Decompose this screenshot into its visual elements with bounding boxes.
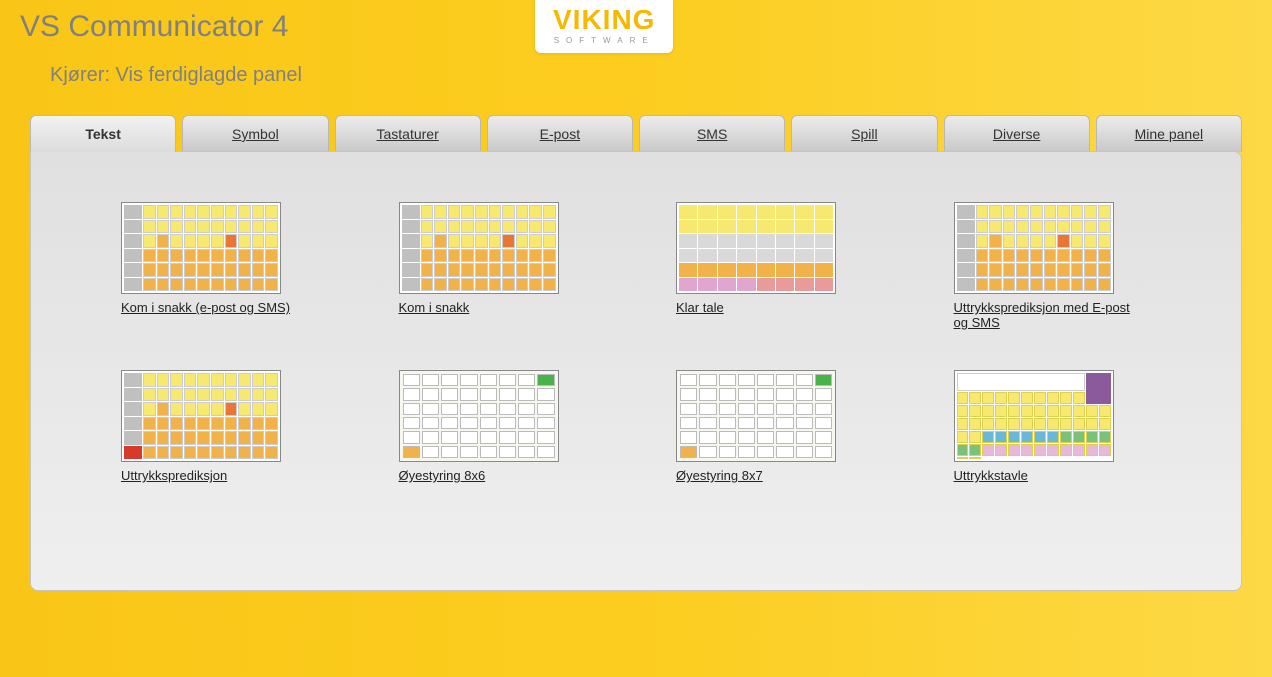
panel-label: Uttrykksprediksjon [121,468,301,483]
panel-item-uttrykksprediksjon-epost-sms[interactable]: Uttrykksprediksjon med E-post og SMS [954,202,1134,330]
panel-label: Øyestyring 8x7 [676,468,856,483]
panel-label: Uttrykkstavle [954,468,1134,483]
panel-label: Kom i snakk [399,300,579,315]
tab-spill[interactable]: Spill [791,115,937,152]
panel-thumbnail [954,370,1114,462]
panel-label: Øyestyring 8x6 [399,468,579,483]
tab-bar: TekstSymbolTastaturerE-postSMSSpillDiver… [30,115,1242,152]
panel-label: Kom i snakk (e-post og SMS) [121,300,301,315]
panel-thumbnail [121,370,281,462]
panel-item-oyestyring-8x7[interactable]: Øyestyring 8x7 [676,370,856,483]
panel-item-uttrykksprediksjon[interactable]: Uttrykksprediksjon [121,370,301,483]
panel-item-uttrykkstavle[interactable]: Uttrykkstavle [954,370,1134,483]
panel-content: Kom i snakk (e-post og SMS) Kom i snakk Kl… [30,151,1242,591]
tab-diverse[interactable]: Diverse [944,115,1090,152]
panel-item-oyestyring-8x6[interactable]: Øyestyring 8x6 [399,370,579,483]
tab-epost[interactable]: E-post [487,115,633,152]
panel-label: Klar tale [676,300,856,315]
panel-thumbnail [121,202,281,294]
tab-sms[interactable]: SMS [639,115,785,152]
panel-thumbnail [676,370,836,462]
logo-subtext: SOFTWARE [553,36,655,45]
panel-thumbnail [399,370,559,462]
tab-symbol[interactable]: Symbol [182,115,328,152]
tab-mine-panel[interactable]: Mine panel [1096,115,1242,152]
panel-grid: Kom i snakk (e-post og SMS) Kom i snakk Kl… [121,202,1151,483]
viking-logo: VIKING SOFTWARE [535,0,673,53]
panel-item-kom-i-snakk-epost-sms[interactable]: Kom i snakk (e-post og SMS) [121,202,301,330]
page-subtitle: Kjører: Vis ferdiglagde panel [50,64,1252,87]
panel-label: Uttrykksprediksjon med E-post og SMS [954,300,1134,330]
panel-thumbnail [399,202,559,294]
panel-thumbnail [676,202,836,294]
app-window: VIKING SOFTWARE VS Communicator 4 Kjører… [0,0,1272,677]
panel-item-klar-tale[interactable]: Klar tale [676,202,856,330]
panel-item-kom-i-snakk[interactable]: Kom i snakk [399,202,579,330]
panel-thumbnail [954,202,1114,294]
tab-tastaturer[interactable]: Tastaturer [335,115,481,152]
tab-tekst[interactable]: Tekst [30,115,176,152]
logo-text: VIKING [553,6,655,34]
